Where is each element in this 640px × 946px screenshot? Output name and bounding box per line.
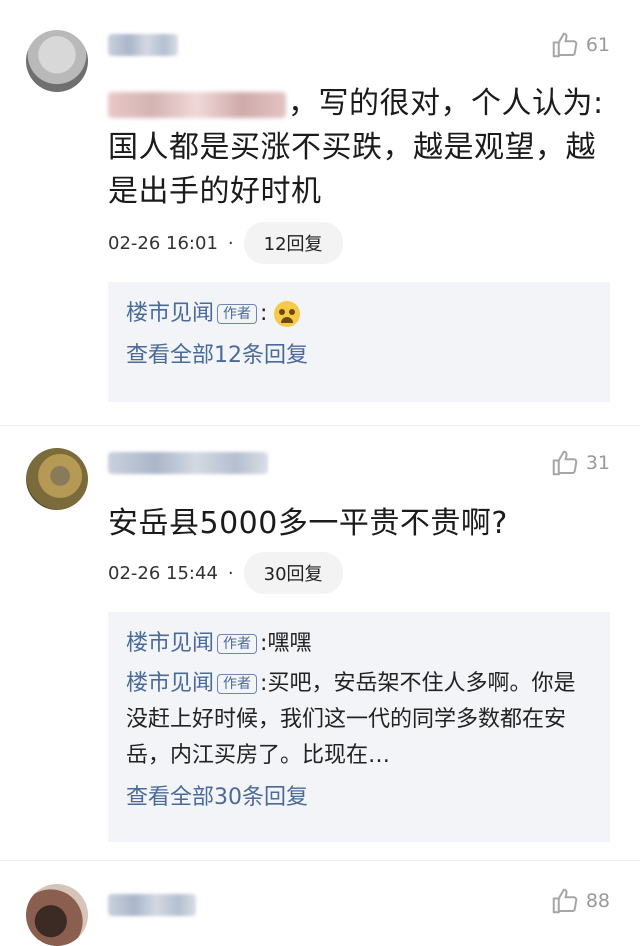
comment-item: 31 安岳县5000多一平贵不贵啊? 02-26 15:44 · 30回复 楼市…	[0, 430, 640, 850]
username-blurred[interactable]	[108, 34, 178, 56]
separator-dot: ·	[227, 562, 234, 584]
like-button[interactable]: 31	[550, 448, 610, 478]
crying-face-emoji	[274, 301, 301, 327]
author-tag: 作者	[217, 304, 258, 324]
like-count: 31	[585, 452, 610, 474]
comment-meta: 02-26 16:01 · 12回复	[108, 222, 343, 264]
reply-count-button[interactable]: 30回复	[243, 552, 343, 594]
divider	[0, 425, 640, 426]
comment-item: 88	[0, 870, 640, 946]
view-all-replies-link[interactable]: 查看全部12条回复	[126, 338, 592, 374]
divider	[0, 860, 640, 861]
like-button[interactable]: 61	[550, 30, 610, 60]
reply-box: 楼市见闻 作者:嘿嘿 楼市见闻 作者:买吧，安岳架不住人多啊。你是没赶上好时候，我们…	[108, 612, 610, 842]
avatar[interactable]	[26, 448, 88, 510]
like-button[interactable]: 88	[550, 886, 610, 916]
author-tag: 作者	[217, 634, 258, 654]
avatar[interactable]	[26, 30, 88, 92]
reply-text: 嘿嘿	[267, 631, 312, 656]
comment-item: 61 ，写的很对，个人认为:国人都是买涨不买跌，越是观望，越是出手的好时机 02…	[0, 0, 640, 420]
timestamp: 02-26 15:44	[108, 562, 218, 584]
username-blurred[interactable]	[108, 452, 268, 474]
mentioned-user-blurred[interactable]	[108, 91, 286, 118]
reply-item: 楼市见闻 作者:	[126, 296, 592, 332]
reply-count-button[interactable]: 12回复	[243, 222, 343, 264]
thumbs-up-icon	[552, 888, 578, 914]
reply-author[interactable]: 楼市见闻	[126, 631, 214, 656]
comment-meta: 02-26 15:44 · 30回复	[108, 552, 343, 594]
author-tag: 作者	[217, 674, 258, 694]
reply-box: 楼市见闻 作者: 查看全部12条回复	[108, 282, 610, 402]
comment-text: ，写的很对，个人认为:国人都是买涨不买跌，越是观望，越是出手的好时机	[108, 86, 604, 209]
timestamp: 02-26 16:01	[108, 232, 218, 254]
reply-item: 楼市见闻 作者:嘿嘿	[126, 631, 312, 656]
separator-dot: ·	[227, 232, 234, 254]
comment-text: 安岳县5000多一平贵不贵啊?	[108, 506, 508, 541]
reply-author[interactable]: 楼市见闻	[126, 301, 214, 326]
thumbs-up-icon	[552, 450, 578, 476]
thumbs-up-icon	[552, 32, 578, 58]
view-all-replies-link[interactable]: 查看全部30条回复	[126, 780, 592, 816]
reply-item: 楼市见闻 作者:买吧，安岳架不住人多啊。你是没赶上好时候，我们这一代的同学多数都在…	[126, 671, 576, 768]
avatar[interactable]	[26, 884, 88, 946]
like-count: 61	[585, 34, 610, 56]
username-blurred[interactable]	[108, 894, 196, 916]
like-count: 88	[585, 890, 610, 912]
reply-author[interactable]: 楼市见闻	[126, 671, 214, 696]
